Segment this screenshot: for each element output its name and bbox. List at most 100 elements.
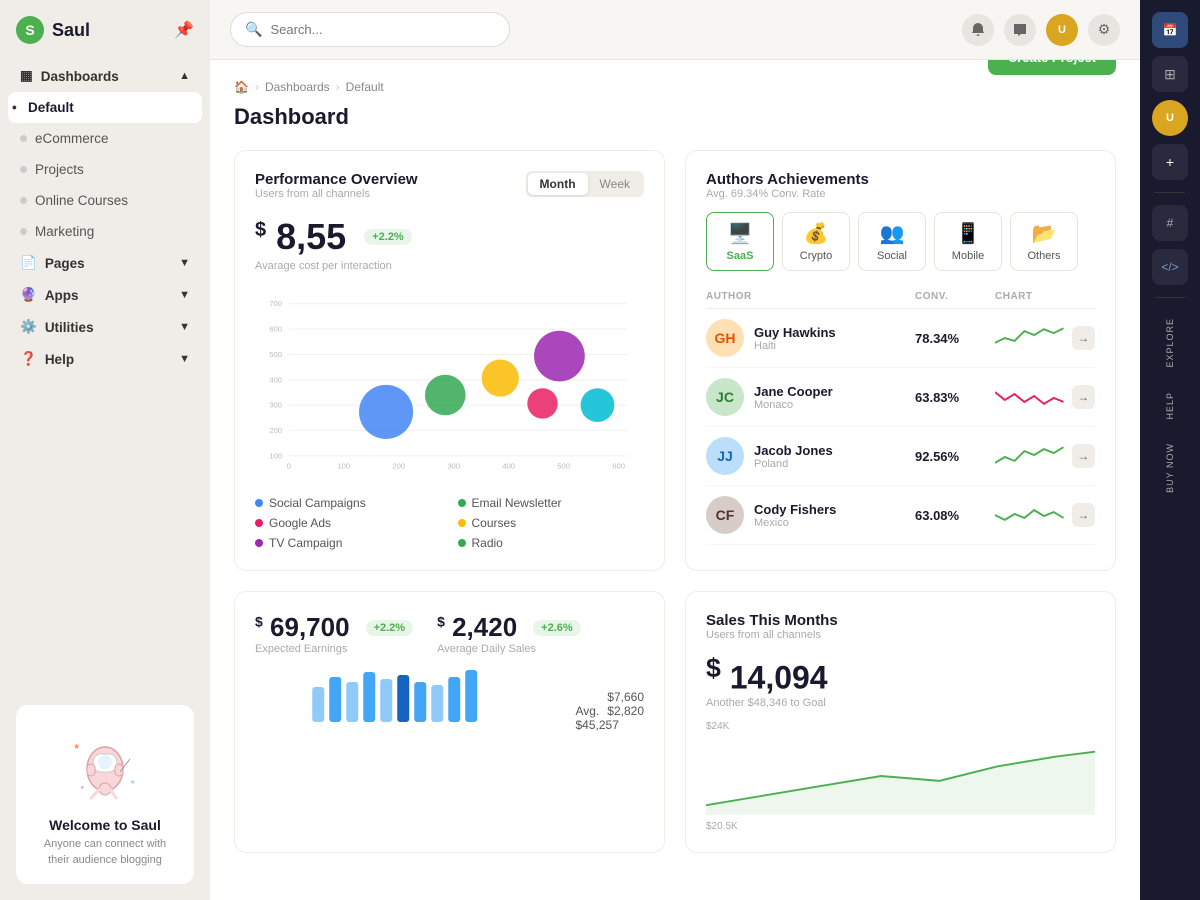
tab-mobile[interactable]: 📱 Mobile	[934, 212, 1002, 271]
author-name-1: Guy Hawkins	[754, 325, 836, 340]
tab-social[interactable]: 👥 Social	[858, 212, 926, 271]
table-row: CF Cody Fishers Mexico 63.08%	[706, 486, 1095, 545]
legend-courses-label: Courses	[472, 516, 517, 530]
nav-dot-projects	[20, 166, 27, 173]
sales-card: Sales This Months Users from all channel…	[685, 591, 1116, 853]
earnings-avg-label: Avg.	[576, 704, 600, 718]
utilities-icon: ⚙️	[20, 319, 37, 335]
author-avatar-1: GH	[706, 319, 744, 357]
user-avatar[interactable]: U	[1046, 14, 1078, 46]
performance-value-num: 8,55	[276, 216, 346, 257]
pages-icon: 📄	[20, 255, 37, 271]
nav-item-ecommerce[interactable]: eCommerce	[8, 123, 202, 154]
nav-group-help-label: Help	[45, 352, 74, 367]
earnings-row-3: $45,257	[576, 718, 645, 732]
nav-group-help[interactable]: ❓ Help ▼	[8, 343, 202, 375]
conv-3: 92.56%	[915, 449, 995, 464]
perf-title-group: Performance Overview Users from all chan…	[255, 171, 418, 212]
main-area: 🔍 U ⚙ 🏠 › Dashb	[210, 0, 1140, 900]
nav-group-apps[interactable]: 🔮 Apps ▼	[8, 279, 202, 311]
tab-others-label: Others	[1027, 250, 1060, 262]
rp-plus-btn[interactable]: +	[1152, 144, 1188, 180]
sales-subtitle: Users from all channels	[706, 629, 1095, 641]
welcome-card: ★ ★ ★ Welcome to Saul Anyone can connect…	[16, 705, 194, 884]
view-btn-3[interactable]: →	[1072, 444, 1095, 468]
earnings-item-2: $ 2,420 +2.6% Average Daily Sales	[437, 612, 581, 655]
earnings-avg-value: $2,820	[607, 704, 644, 718]
sidebar-footer: ★ ★ ★ Welcome to Saul Anyone can connect…	[0, 689, 210, 900]
author-name-4: Cody Fishers	[754, 502, 836, 517]
legend-tv: TV Campaign	[255, 536, 442, 550]
toggle-week-btn[interactable]: Week	[588, 173, 642, 195]
nav-group-dashboards[interactable]: ▦ Dashboards ▲	[8, 60, 202, 92]
sidebar-logo: S	[16, 16, 44, 44]
sidebar-pin-icon[interactable]: 📌	[174, 20, 194, 40]
authors-subtitle: Avg. 69.34% Conv. Rate	[706, 188, 1095, 200]
earnings-value-1: $ 69,700	[255, 612, 350, 643]
nav-item-projects-label: Projects	[35, 162, 84, 177]
tab-others[interactable]: 📂 Others	[1010, 212, 1078, 271]
dollar-sup-sales: $	[706, 653, 721, 683]
search-box[interactable]: 🔍	[230, 12, 510, 47]
col-conv: CONV.	[915, 291, 995, 302]
view-btn-1[interactable]: →	[1072, 326, 1095, 350]
sidebar-header: S Saul 📌	[0, 0, 210, 60]
tab-saas[interactable]: 🖥️ SaaS	[706, 212, 774, 271]
conv-4: 63.08%	[915, 508, 995, 523]
welcome-text: Anyone can connect with their audience b…	[32, 837, 178, 868]
message-btn[interactable]	[1004, 14, 1036, 46]
svg-text:500: 500	[269, 350, 282, 359]
nav-group-pages[interactable]: 📄 Pages ▼	[8, 247, 202, 279]
nav-item-projects[interactable]: Projects	[8, 154, 202, 185]
nav-group-apps-label: Apps	[45, 288, 79, 303]
earnings-value-row-2: $ 2,420 +2.6%	[437, 612, 581, 643]
view-btn-4[interactable]: →	[1072, 503, 1095, 527]
settings-btn[interactable]: ⚙	[1088, 14, 1120, 46]
rp-separator	[1155, 192, 1185, 193]
search-input[interactable]	[270, 22, 495, 37]
nav-dot-ecommerce	[20, 135, 27, 142]
performance-subtitle: Users from all channels	[255, 188, 418, 200]
saas-icon: 🖥️	[728, 221, 753, 246]
nav-dot-marketing	[20, 228, 27, 235]
earnings-value-2: $ 2,420	[437, 612, 517, 643]
create-project-button[interactable]: Create Project	[988, 60, 1116, 75]
view-btn-2[interactable]: →	[1072, 385, 1095, 409]
nav-group-utilities[interactable]: ⚙️ Utilities ▼	[8, 311, 202, 343]
rp-code-btn[interactable]: </>	[1152, 249, 1188, 285]
rp-grid-btn[interactable]: ⊞	[1152, 56, 1188, 92]
nav-item-online-courses[interactable]: Online Courses	[8, 185, 202, 216]
chevron-down-icon: ▼	[179, 257, 190, 269]
tab-crypto[interactable]: 💰 Crypto	[782, 212, 850, 271]
rp-hash-btn[interactable]: #	[1152, 205, 1188, 241]
nav-item-marketing[interactable]: Marketing	[8, 216, 202, 247]
chevron-down-utilities-icon: ▼	[179, 321, 190, 333]
dollar-sup-2: $	[437, 613, 445, 629]
author-name-2: Jane Cooper	[754, 384, 833, 399]
rp-calendar-btn[interactable]: 📅	[1152, 12, 1188, 48]
svg-text:500: 500	[557, 462, 570, 471]
legend-email: Email Newsletter	[458, 496, 645, 510]
breadcrumb-sep1: ›	[255, 80, 259, 94]
earnings-label-2: Average Daily Sales	[437, 643, 581, 655]
nav-group-utilities-label: Utilities	[45, 320, 94, 335]
author-avatar-2: JC	[706, 378, 744, 416]
welcome-title: Welcome to Saul	[32, 817, 178, 833]
rp-user-avatar[interactable]: U	[1152, 100, 1188, 136]
svg-text:★: ★	[80, 785, 85, 791]
authors-tabs: 🖥️ SaaS 💰 Crypto 👥 Social 📱	[706, 212, 1095, 271]
earnings-label-1: Expected Earnings	[255, 643, 413, 655]
breadcrumb: 🏠 › Dashboards › Default	[234, 80, 384, 94]
breadcrumb-sep2: ›	[336, 80, 340, 94]
nav-item-courses-label: Online Courses	[35, 193, 128, 208]
legend-radio: Radio	[458, 536, 645, 550]
toggle-month-btn[interactable]: Month	[528, 173, 588, 195]
nav-item-default[interactable]: Default	[8, 92, 202, 123]
svg-text:★: ★	[73, 742, 80, 751]
breadcrumb-dashboards[interactable]: Dashboards	[265, 80, 330, 94]
notification-btn[interactable]	[962, 14, 994, 46]
earnings-row-1: $7,660	[576, 690, 645, 704]
author-details-3: Jacob Jones Poland	[754, 443, 833, 470]
perf-header: Performance Overview Users from all chan…	[255, 171, 644, 212]
nav-group-pages-label: Pages	[45, 256, 85, 271]
